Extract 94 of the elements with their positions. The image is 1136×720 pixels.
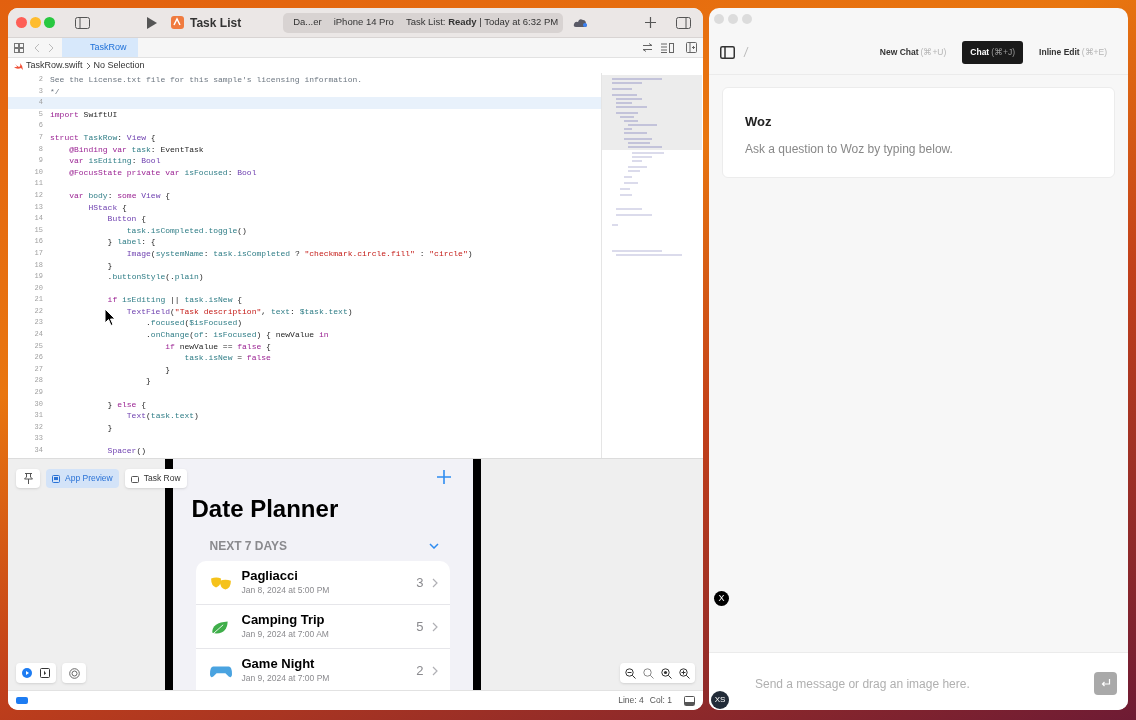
- editor-tab[interactable]: TaskRow: [62, 38, 138, 57]
- pin-button[interactable]: [16, 469, 40, 488]
- variants-icon: [68, 667, 80, 679]
- mode-button[interactable]: Inline Edit (⌘+E): [1031, 40, 1115, 64]
- code-line: task.isNew = false: [184, 352, 271, 364]
- code-line: Spacer(): [107, 445, 147, 457]
- code-line: } else {: [107, 398, 147, 411]
- pin-icon: [23, 473, 33, 484]
- scheme-name[interactable]: Task List: [190, 13, 242, 32]
- zoom-in-icon[interactable]: [679, 667, 690, 679]
- line-indicator: Line: 4: [618, 694, 644, 707]
- zoom-out-icon[interactable]: [625, 667, 636, 679]
- code-line: var body: some View {: [69, 189, 171, 202]
- code-line: if newValue == false {: [165, 340, 271, 353]
- code-line: if isEditing || task.isNew {: [107, 294, 243, 306]
- code-line: */: [50, 85, 60, 98]
- build-status: Task List: Ready | Today at 6:32 PM: [405, 15, 559, 30]
- preview-mode-button[interactable]: Task Row: [124, 469, 187, 488]
- event-count: 2: [416, 661, 424, 680]
- code-line: struct TaskRow: View {: [50, 131, 156, 144]
- code-line: .buttonStyle(.plain): [107, 271, 204, 283]
- close-button[interactable]: [16, 17, 27, 28]
- mouse-cursor-icon: [104, 308, 116, 327]
- code-line: Button {: [107, 213, 147, 225]
- mode-button[interactable]: Chat (⌘+J): [962, 40, 1024, 64]
- grid-icon[interactable]: [14, 42, 24, 53]
- preview-icon: [52, 474, 60, 483]
- event-date: Jan 8, 2024 at 5:00 PM: [241, 584, 330, 597]
- message-input[interactable]: Send a message or drag an image here.: [755, 674, 1075, 693]
- event-date: Jan 9, 2024 at 7:00 PM: [241, 672, 330, 685]
- card-title: Woz: [745, 113, 773, 131]
- zoom-actual-icon[interactable]: [661, 667, 672, 679]
- event-row[interactable]: Camping Trip Jan 9, 2024 at 7:00 AM 5: [195, 605, 450, 649]
- app-title: Date Planner: [191, 495, 340, 523]
- component-icon: [130, 474, 139, 483]
- swap-icon[interactable]: [642, 43, 653, 52]
- code-line: .focused($isFocused): [146, 317, 243, 330]
- code-line: TextField("Task description", text: $task.text): [126, 305, 353, 318]
- event-title: Pagliacci: [241, 568, 299, 585]
- live-preview-icon[interactable]: [22, 668, 32, 678]
- event-count: 3: [416, 573, 424, 592]
- adjust-editor-icon[interactable]: [661, 42, 674, 53]
- code-line: }: [107, 421, 113, 434]
- variants-button[interactable]: [62, 663, 86, 683]
- code-line: import SwiftUI: [50, 108, 118, 121]
- slash-icon: [743, 47, 749, 57]
- card-subtitle: Ask a question to Woz by typing below.: [745, 140, 954, 158]
- chevron-down-icon[interactable]: [428, 543, 439, 549]
- app-icon: [171, 16, 184, 29]
- code-line: }: [146, 375, 151, 388]
- event-row[interactable]: Pagliacci Jan 8, 2024 at 5:00 PM 3: [195, 561, 450, 605]
- sidebar-toggle-icon[interactable]: [720, 45, 735, 59]
- panel-toggle-icon[interactable]: [684, 695, 695, 706]
- chevron-icon: [431, 621, 438, 632]
- code-line: Image(systemName: task.isCompleted ? "checkmark.circle.fill" : "circle"): [126, 247, 473, 260]
- chevron-icon: [85, 61, 91, 70]
- selection-breadcrumb[interactable]: No Selection: [93, 58, 145, 73]
- zoom-fit-icon[interactable]: [643, 667, 654, 679]
- tag-icon[interactable]: [16, 697, 28, 704]
- code-line: HStack {: [88, 201, 127, 214]
- code-line: }: [107, 259, 113, 272]
- return-icon: [1100, 679, 1111, 688]
- code-line: @Binding var task: EventTask: [69, 143, 204, 156]
- run-icon[interactable]: [146, 16, 157, 29]
- cloud-icon[interactable]: [573, 17, 590, 28]
- chevron-icon: [431, 577, 438, 588]
- user-avatar: XS: [711, 691, 729, 709]
- destination-project[interactable]: Da...er: [293, 15, 322, 30]
- code-line: .onChange(of: isFocused) { newValue in: [146, 329, 329, 341]
- event-date: Jan 9, 2024 at 7:00 AM: [241, 628, 329, 641]
- bot-avatar: X: [714, 591, 729, 606]
- code-line: } label: {: [107, 236, 156, 248]
- code-line: Text(task.text): [126, 410, 199, 422]
- code-line: }: [165, 363, 171, 376]
- send-button[interactable]: [1094, 672, 1117, 695]
- selectable-icon[interactable]: [40, 668, 50, 678]
- event-count: 5: [416, 617, 424, 636]
- column-indicator: Col: 1: [649, 694, 672, 707]
- file-breadcrumb[interactable]: TaskRow.swift: [26, 58, 83, 73]
- code-line: See the License.txt file for this sample's licensing information.: [50, 74, 363, 86]
- code-line: @FocusState private var isFocused: Bool: [69, 166, 257, 179]
- destination-device[interactable]: iPhone 14 Pro: [333, 15, 394, 30]
- event-title: Game Night: [241, 656, 316, 673]
- preview-mode-button[interactable]: App Preview: [46, 469, 119, 488]
- add-icon[interactable]: [645, 17, 656, 28]
- event-title: Camping Trip: [241, 612, 326, 629]
- code-line: task.isCompleted.toggle(): [126, 224, 247, 237]
- mode-button[interactable]: New Chat (⌘+U): [871, 40, 955, 64]
- chevron-icon: [431, 665, 438, 676]
- swift-icon: [14, 61, 23, 70]
- inspector-toggle-icon[interactable]: [676, 16, 691, 29]
- sidebar-toggle-icon[interactable]: [75, 16, 90, 29]
- code-line: var isEditing: Bool: [69, 155, 161, 167]
- split-editor-icon[interactable]: [686, 42, 697, 53]
